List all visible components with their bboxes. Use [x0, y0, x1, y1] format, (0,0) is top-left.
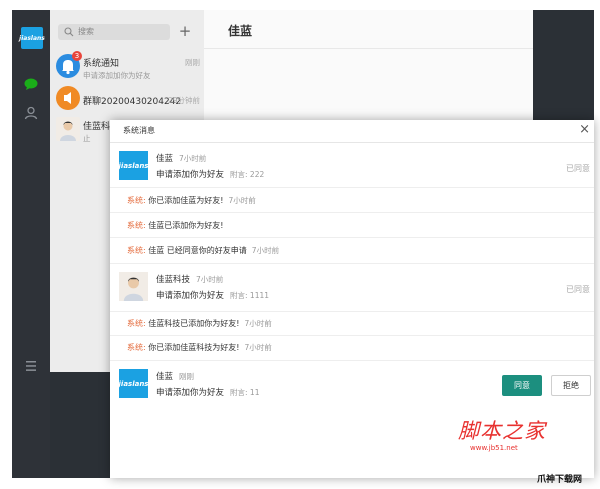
- divider: [204, 48, 533, 49]
- divider: [110, 360, 594, 361]
- search-placeholder: 搜索: [78, 27, 94, 36]
- conversation-time: 刚刚: [185, 58, 200, 67]
- request-remark: 附言: 1111: [230, 291, 270, 300]
- request-remark: 附言: 222: [230, 170, 265, 179]
- avatar: jiaslans: [119, 369, 148, 398]
- reject-button[interactable]: 拒绝: [551, 375, 591, 396]
- watermark-corner: 爪神下载网: [537, 475, 583, 485]
- search-input[interactable]: 搜索: [58, 24, 170, 40]
- avatar: [56, 117, 80, 141]
- request-status: 已同意: [566, 285, 590, 294]
- dialog-title: 系统消息: [123, 126, 155, 135]
- request-time: 7小时前: [179, 154, 207, 163]
- system-message: 系统: 佳蓝科技已添加你为好友! 7小时前: [127, 319, 272, 328]
- conversation-item-system-notice[interactable]: 3 系统通知 申请添加加你为好友 刚刚: [50, 50, 204, 86]
- conversation-preview: 止: [83, 134, 91, 143]
- request-time: 刚刚: [179, 372, 195, 381]
- conversation-name: 群聊20200430204242: [83, 97, 182, 107]
- friend-request-item: 佳蓝科技 7小时前 申请添加你为好友 附言: 1111 已同意: [110, 272, 594, 306]
- friend-request-item: jiaslans 佳蓝 7小时前 申请添加你为好友 附言: 222 已同意: [110, 151, 594, 183]
- system-message: 系统: 你已添加佳蓝科技为好友! 7小时前: [127, 343, 272, 352]
- request-message: 申请添加你为好友: [156, 170, 225, 180]
- request-remark: 附言: 11: [230, 388, 260, 397]
- divider: [110, 263, 594, 264]
- avatar: jiaslans: [119, 151, 148, 180]
- hamburger-menu-icon[interactable]: [24, 360, 38, 372]
- watermark-logo: 脚本之家: [458, 419, 546, 443]
- app-logo: jiaslans: [19, 27, 45, 49]
- request-message: 申请添加你为好友: [156, 291, 225, 301]
- conversation-time: 29分钟前: [167, 96, 200, 105]
- watermark-url: www.jb51.net: [470, 444, 518, 452]
- avatar: [56, 86, 80, 110]
- requester-name: 佳蓝: [156, 372, 174, 382]
- chat-title: 佳蓝: [228, 24, 253, 38]
- request-time: 7小时前: [196, 275, 224, 284]
- divider: [110, 311, 594, 312]
- add-button[interactable]: +: [176, 23, 194, 41]
- person-avatar-icon: [123, 277, 144, 301]
- requester-name: 佳蓝: [156, 154, 174, 164]
- search-icon: [64, 27, 74, 37]
- chat-bubble-icon[interactable]: [24, 78, 38, 90]
- divider: [110, 212, 594, 213]
- system-message: 系统: 佳蓝已添加你为好友!: [127, 221, 224, 230]
- divider: [110, 187, 594, 188]
- divider: [110, 237, 594, 238]
- request-message: 申请添加你为好友: [156, 388, 225, 398]
- conversation-name: 系统通知: [83, 59, 120, 69]
- divider: [110, 335, 594, 336]
- requester-name: 佳蓝科技: [156, 275, 191, 285]
- dialog-header: 系统消息 ×: [110, 120, 594, 143]
- person-avatar-icon: [60, 121, 76, 141]
- contacts-icon[interactable]: [24, 106, 38, 120]
- app-sidebar: jiaslans: [12, 10, 50, 478]
- speaker-icon: [64, 92, 71, 104]
- system-message: 系统: 你已添加佳蓝为好友! 7小时前: [127, 196, 256, 205]
- brand-logo: jiaslans: [119, 369, 148, 398]
- avatar: [119, 272, 148, 301]
- close-icon[interactable]: ×: [579, 122, 590, 137]
- agree-button[interactable]: 同意: [502, 375, 542, 396]
- unread-badge: 3: [72, 51, 82, 61]
- brand-logo: jiaslans: [119, 151, 148, 180]
- conversation-preview: 申请添加加你为好友: [83, 71, 151, 80]
- system-message: 系统: 佳蓝 已经同意你的好友申请 7小时前: [127, 246, 280, 255]
- request-status: 已同意: [566, 164, 590, 173]
